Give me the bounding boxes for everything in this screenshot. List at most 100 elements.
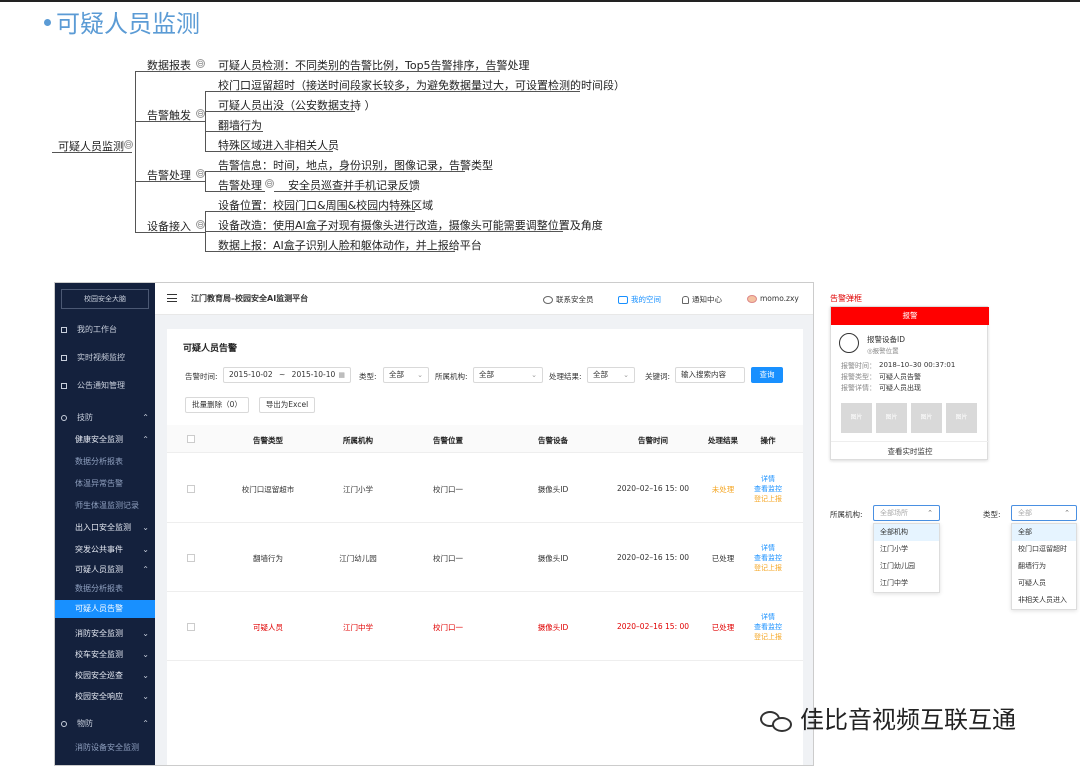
type-select[interactable]: 全部 ⌄ [383,367,429,383]
myspace-link[interactable]: 我的空间 [618,294,661,305]
dd-org-select[interactable]: 全部场所 ⌃ [873,505,940,521]
chevron-up-icon: ⌃ [142,719,149,728]
notify-link[interactable]: 通知中心 [682,294,722,305]
collapse-icon[interactable]: ⊖ [196,169,205,178]
sidebar-item-response[interactable]: 校园安全响应 ⌄ [55,688,155,706]
device-avatar [839,333,859,353]
dd-option[interactable]: 江门小学 [874,541,939,558]
popup-section-title: 告警弹框 [830,294,862,303]
detail-link[interactable]: 详情 [743,612,793,622]
mindmap-branch: 告警处理 [147,169,191,182]
sidebar-item-entrance[interactable]: 出入口安全监测 ⌄ [55,519,155,537]
collapse-icon[interactable]: ⊖ [196,59,205,68]
sidebar-item-suspicious[interactable]: 可疑人员监测 ⌃ [55,561,155,579]
alarm-image[interactable]: 图片 [946,403,977,433]
dd-option[interactable]: 非相关人员进入 [1012,592,1076,609]
sidebar-label: 技防 [77,413,93,422]
alarm-type-label: 报警类型： [841,373,876,381]
mindmap-leaf: 告警信息：时间，地点，身份识别，图像记录，告警类型 [218,159,493,172]
detail-link[interactable]: 详情 [743,543,793,553]
col-header: 告警时间 [638,436,668,445]
sidebar-item-emergency[interactable]: 突发公共事件 ⌄ [55,541,155,559]
device-location: ◎报警位置 [867,347,899,355]
view-live-monitor-button[interactable]: 查看实时监控 [831,441,989,461]
alarm-time-label: 报警时间： [841,362,876,370]
avatar [747,295,757,303]
row-checkbox[interactable] [187,485,195,493]
org-select[interactable]: 全部 ⌄ [473,367,543,383]
dd-option[interactable]: 江门中学 [874,575,939,592]
mm-line [205,91,206,152]
date-from: 2015-10-02 [229,370,273,379]
sidebar-item-physdef[interactable]: 物防 ⌃ [55,715,155,733]
view-monitor-link[interactable]: 查看监控 [743,484,793,494]
result-value: 全部 [593,370,608,379]
sidebar-item-video[interactable]: 实时视频监控 [55,349,155,367]
cell-type: 翻墙行为 [253,554,283,563]
export-excel-button[interactable]: 导出为Excel [259,397,315,413]
contact-link[interactable]: 联系安全员 [543,294,594,305]
collapse-icon[interactable]: ⊖ [124,140,133,149]
alarm-image[interactable]: 图片 [841,403,872,433]
detail-link[interactable]: 详情 [743,474,793,484]
cell-type: 可疑人员 [253,623,283,632]
dd-option[interactable]: 江门幼儿园 [874,558,939,575]
dd-option[interactable]: 翻墙行为 [1012,558,1076,575]
report-link[interactable]: 登记上报 [743,563,793,573]
result-select[interactable]: 全部 ⌄ [587,367,635,383]
select-all-checkbox[interactable] [187,435,195,443]
report-link[interactable]: 登记上报 [743,494,793,504]
org-label: 所属机构: [435,372,468,381]
alarm-panel: 可疑人员告警 告警时间: 2015-10-02 ~ 2015-10-10 ▦ 类… [167,329,803,765]
sidebar-label: 健康安全监测 [75,435,123,444]
dd-option[interactable]: 全部机构 [874,524,939,541]
time-label: 告警时间: [185,372,218,381]
sidebar-item-health[interactable]: 健康安全监测 ⌃ [55,431,155,449]
user-menu[interactable]: momo.zxy [747,294,799,303]
mindmap-branch: 设备接入 [147,220,191,233]
menu-icon[interactable] [167,294,177,302]
collapse-icon[interactable]: ⊖ [265,179,274,188]
collapse-icon[interactable]: ⊖ [196,109,205,118]
mindmap-leaf: 特殊区域进入非相关人员 [218,139,339,152]
report-link[interactable]: 登记上报 [743,632,793,642]
dd-org-placeholder: 全部场所 [880,509,908,517]
collapse-icon[interactable]: ⊖ [196,220,205,229]
sidebar-item-firedev[interactable]: 消防设备安全监测 [55,739,155,757]
mindmap-leaf: 翻墙行为 [218,119,262,132]
batch-delete-button[interactable]: 批量删除（0） [185,397,249,413]
sidebar-item-patrol[interactable]: 校园安全巡查 ⌄ [55,667,155,685]
username: momo.zxy [760,294,799,303]
view-monitor-link[interactable]: 查看监控 [743,553,793,563]
dd-option[interactable]: 全部 [1012,524,1076,541]
keyword-input[interactable]: 输入搜索内容 [675,367,745,383]
sidebar: 校园安全大脑 我的工作台 实时视频监控 公告通知管理 技防 ⌃ 健康安全监测 ⌃ 数… [55,283,155,765]
chat-icon [543,296,553,304]
alarm-time-value: 2018–10–30 00:37:01 [879,361,956,369]
search-button[interactable]: 查询 [751,367,783,383]
cell-device: 摄像头ID [537,623,569,632]
date-range-picker[interactable]: 2015-10-02 ~ 2015-10-10 ▦ [223,367,351,383]
sidebar-item-susp-report[interactable]: 数据分析报表 [55,580,155,598]
sidebar-item-techdef[interactable]: 技防 ⌃ [55,409,155,427]
sidebar-item-fire[interactable]: 消防安全监测 ⌄ [55,625,155,643]
sidebar-item-notice[interactable]: 公告通知管理 [55,377,155,395]
row-checkbox[interactable] [187,554,195,562]
chevron-up-icon: ⌃ [927,509,933,517]
dd-option[interactable]: 校门口逗留超时 [1012,541,1076,558]
sidebar-label: 校车安全监测 [75,650,123,659]
mindmap-leaf: 校门口逗留超时（接送时间段家长较多，为避免数据量过大，可设置检测的时间段） [218,79,625,92]
row-checkbox[interactable] [187,623,195,631]
sidebar-item-susp-alarm[interactable]: 可疑人员告警 [55,600,155,618]
chevron-down-icon: ⌄ [417,371,423,379]
alarm-image[interactable]: 图片 [911,403,942,433]
sidebar-item-temp-alarm[interactable]: 体温异常告警 [55,475,155,493]
dd-type-select[interactable]: 全部 ⌃ [1011,505,1077,521]
sidebar-item-bus[interactable]: 校车安全监测 ⌄ [55,646,155,664]
alarm-image[interactable]: 图片 [876,403,907,433]
sidebar-item-health-report[interactable]: 数据分析报表 [55,453,155,471]
dd-option[interactable]: 可疑人员 [1012,575,1076,592]
sidebar-item-workbench[interactable]: 我的工作台 [55,321,155,339]
sidebar-item-staff-records[interactable]: 师生体温监测记录 [55,497,155,515]
view-monitor-link[interactable]: 查看监控 [743,622,793,632]
